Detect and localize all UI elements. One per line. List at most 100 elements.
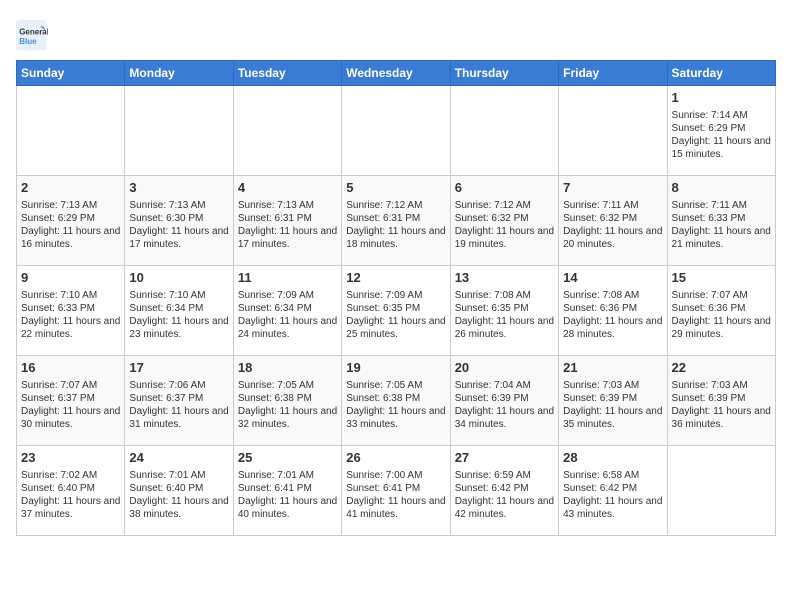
calendar-cell: 13 Sunrise: 7:08 AMSunset: 6:35 PMDayligh… bbox=[450, 266, 558, 356]
day-info: Sunrise: 7:05 AMSunset: 6:38 PMDaylight:… bbox=[238, 379, 337, 431]
day-info: Sunrise: 7:00 AMSunset: 6:41 PMDaylight:… bbox=[346, 469, 445, 521]
day-info: Sunrise: 7:05 AMSunset: 6:38 PMDaylight:… bbox=[346, 379, 445, 431]
calendar-cell: 17 Sunrise: 7:06 AMSunset: 6:37 PMDayligh… bbox=[125, 356, 233, 446]
calendar-header-monday: Monday bbox=[125, 61, 233, 86]
calendar-header-row: SundayMondayTuesdayWednesdayThursdayFrid… bbox=[17, 61, 776, 86]
day-info: Sunrise: 7:10 AMSunset: 6:34 PMDaylight:… bbox=[129, 289, 228, 341]
day-info: Sunrise: 7:12 AMSunset: 6:31 PMDaylight:… bbox=[346, 199, 445, 251]
calendar-cell: 18 Sunrise: 7:05 AMSunset: 6:38 PMDayligh… bbox=[233, 356, 341, 446]
day-number: 9 bbox=[21, 270, 120, 287]
calendar-cell bbox=[125, 86, 233, 176]
calendar-cell: 20 Sunrise: 7:04 AMSunset: 6:39 PMDayligh… bbox=[450, 356, 558, 446]
calendar-cell: 14 Sunrise: 7:08 AMSunset: 6:36 PMDayligh… bbox=[559, 266, 667, 356]
calendar-cell: 5 Sunrise: 7:12 AMSunset: 6:31 PMDaylight… bbox=[342, 176, 450, 266]
calendar-cell: 23 Sunrise: 7:02 AMSunset: 6:40 PMDayligh… bbox=[17, 446, 125, 536]
calendar-cell: 7 Sunrise: 7:11 AMSunset: 6:32 PMDaylight… bbox=[559, 176, 667, 266]
day-info: Sunrise: 7:07 AMSunset: 6:37 PMDaylight:… bbox=[21, 379, 120, 431]
calendar-cell bbox=[667, 446, 775, 536]
calendar-cell: 2 Sunrise: 7:13 AMSunset: 6:29 PMDaylight… bbox=[17, 176, 125, 266]
calendar-cell: 21 Sunrise: 7:03 AMSunset: 6:39 PMDayligh… bbox=[559, 356, 667, 446]
day-number: 14 bbox=[563, 270, 662, 287]
day-info: Sunrise: 7:14 AMSunset: 6:29 PMDaylight:… bbox=[672, 109, 771, 161]
day-number: 25 bbox=[238, 450, 337, 467]
day-info: Sunrise: 7:08 AMSunset: 6:36 PMDaylight:… bbox=[563, 289, 662, 341]
calendar-cell bbox=[17, 86, 125, 176]
day-number: 7 bbox=[563, 180, 662, 197]
calendar-week-row: 23 Sunrise: 7:02 AMSunset: 6:40 PMDayligh… bbox=[17, 446, 776, 536]
day-number: 12 bbox=[346, 270, 445, 287]
day-number: 27 bbox=[455, 450, 554, 467]
calendar-week-row: 16Sunrise: 7:07 AMSunset: 6:37 PMDayligh… bbox=[17, 356, 776, 446]
day-number: 17 bbox=[129, 360, 228, 377]
day-info: Sunrise: 7:12 AMSunset: 6:32 PMDaylight:… bbox=[455, 199, 554, 251]
calendar-header-thursday: Thursday bbox=[450, 61, 558, 86]
day-info: Sunrise: 7:02 AMSunset: 6:40 PMDaylight:… bbox=[21, 469, 120, 521]
day-number: 8 bbox=[672, 180, 771, 197]
calendar-cell bbox=[233, 86, 341, 176]
day-info: Sunrise: 7:08 AMSunset: 6:35 PMDaylight:… bbox=[455, 289, 554, 341]
day-info: Sunrise: 7:04 AMSunset: 6:39 PMDaylight:… bbox=[455, 379, 554, 431]
calendar-header-wednesday: Wednesday bbox=[342, 61, 450, 86]
day-info: Sunrise: 7:09 AMSunset: 6:34 PMDaylight:… bbox=[238, 289, 337, 341]
calendar-cell bbox=[559, 86, 667, 176]
calendar-header-saturday: Saturday bbox=[667, 61, 775, 86]
day-info: Sunrise: 7:13 AMSunset: 6:31 PMDaylight:… bbox=[238, 199, 337, 251]
day-number: 28 bbox=[563, 450, 662, 467]
day-number: 19 bbox=[346, 360, 445, 377]
calendar-cell bbox=[342, 86, 450, 176]
day-info: Sunrise: 7:11 AMSunset: 6:33 PMDaylight:… bbox=[672, 199, 771, 251]
calendar-week-row: 2 Sunrise: 7:13 AMSunset: 6:29 PMDaylight… bbox=[17, 176, 776, 266]
day-info: Sunrise: 7:07 AMSunset: 6:36 PMDaylight:… bbox=[672, 289, 771, 341]
day-info: Sunrise: 7:13 AMSunset: 6:29 PMDaylight:… bbox=[21, 199, 120, 251]
day-info: Sunrise: 7:11 AMSunset: 6:32 PMDaylight:… bbox=[563, 199, 662, 251]
calendar-header-tuesday: Tuesday bbox=[233, 61, 341, 86]
calendar-cell: 27 Sunrise: 6:59 AMSunset: 6:42 PMDayligh… bbox=[450, 446, 558, 536]
logo-icon: General Blue bbox=[16, 20, 48, 52]
day-number: 20 bbox=[455, 360, 554, 377]
calendar-week-row: 9 Sunrise: 7:10 AMSunset: 6:33 PMDaylight… bbox=[17, 266, 776, 356]
day-info: Sunrise: 7:01 AMSunset: 6:40 PMDaylight:… bbox=[129, 469, 228, 521]
day-number: 24 bbox=[129, 450, 228, 467]
day-number: 18 bbox=[238, 360, 337, 377]
calendar-cell: 24 Sunrise: 7:01 AMSunset: 6:40 PMDayligh… bbox=[125, 446, 233, 536]
day-number: 4 bbox=[238, 180, 337, 197]
day-info: Sunrise: 7:13 AMSunset: 6:30 PMDaylight:… bbox=[129, 199, 228, 251]
day-info: Sunrise: 7:10 AMSunset: 6:33 PMDaylight:… bbox=[21, 289, 120, 341]
calendar-header-friday: Friday bbox=[559, 61, 667, 86]
day-number: 23 bbox=[21, 450, 120, 467]
calendar-cell: 1 Sunrise: 7:14 AMSunset: 6:29 PMDaylight… bbox=[667, 86, 775, 176]
day-info: Sunrise: 7:03 AMSunset: 6:39 PMDaylight:… bbox=[563, 379, 662, 431]
day-number: 21 bbox=[563, 360, 662, 377]
day-info: Sunrise: 7:06 AMSunset: 6:37 PMDaylight:… bbox=[129, 379, 228, 431]
calendar-header-sunday: Sunday bbox=[17, 61, 125, 86]
calendar-cell: 25 Sunrise: 7:01 AMSunset: 6:41 PMDayligh… bbox=[233, 446, 341, 536]
day-info: Sunrise: 7:01 AMSunset: 6:41 PMDaylight:… bbox=[238, 469, 337, 521]
calendar-cell: 15Sunrise: 7:07 AMSunset: 6:36 PMDayligh… bbox=[667, 266, 775, 356]
day-number: 26 bbox=[346, 450, 445, 467]
svg-text:Blue: Blue bbox=[19, 37, 37, 46]
day-number: 10 bbox=[129, 270, 228, 287]
calendar-cell: 11Sunrise: 7:09 AMSunset: 6:34 PMDayligh… bbox=[233, 266, 341, 356]
day-number: 13 bbox=[455, 270, 554, 287]
calendar-week-row: 1 Sunrise: 7:14 AMSunset: 6:29 PMDaylight… bbox=[17, 86, 776, 176]
day-info: Sunrise: 7:03 AMSunset: 6:39 PMDaylight:… bbox=[672, 379, 771, 431]
day-info: Sunrise: 6:58 AMSunset: 6:42 PMDaylight:… bbox=[563, 469, 662, 521]
day-info: Sunrise: 6:59 AMSunset: 6:42 PMDaylight:… bbox=[455, 469, 554, 521]
day-number: 2 bbox=[21, 180, 120, 197]
calendar-cell: 4 Sunrise: 7:13 AMSunset: 6:31 PMDaylight… bbox=[233, 176, 341, 266]
calendar-cell: 10 Sunrise: 7:10 AMSunset: 6:34 PMDayligh… bbox=[125, 266, 233, 356]
calendar-table: SundayMondayTuesdayWednesdayThursdayFrid… bbox=[16, 60, 776, 536]
calendar-cell: 28 Sunrise: 6:58 AMSunset: 6:42 PMDayligh… bbox=[559, 446, 667, 536]
day-number: 1 bbox=[672, 90, 771, 107]
day-number: 6 bbox=[455, 180, 554, 197]
calendar-cell: 22 Sunrise: 7:03 AMSunset: 6:39 PMDayligh… bbox=[667, 356, 775, 446]
calendar-cell: 26 Sunrise: 7:00 AMSunset: 6:41 PMDayligh… bbox=[342, 446, 450, 536]
day-number: 22 bbox=[672, 360, 771, 377]
calendar-cell: 9 Sunrise: 7:10 AMSunset: 6:33 PMDaylight… bbox=[17, 266, 125, 356]
calendar-cell: 6 Sunrise: 7:12 AMSunset: 6:32 PMDaylight… bbox=[450, 176, 558, 266]
calendar-cell: 12Sunrise: 7:09 AMSunset: 6:35 PMDayligh… bbox=[342, 266, 450, 356]
logo: General Blue bbox=[16, 20, 50, 52]
calendar-cell: 16Sunrise: 7:07 AMSunset: 6:37 PMDayligh… bbox=[17, 356, 125, 446]
calendar-cell: 8 Sunrise: 7:11 AMSunset: 6:33 PMDaylight… bbox=[667, 176, 775, 266]
day-number: 5 bbox=[346, 180, 445, 197]
